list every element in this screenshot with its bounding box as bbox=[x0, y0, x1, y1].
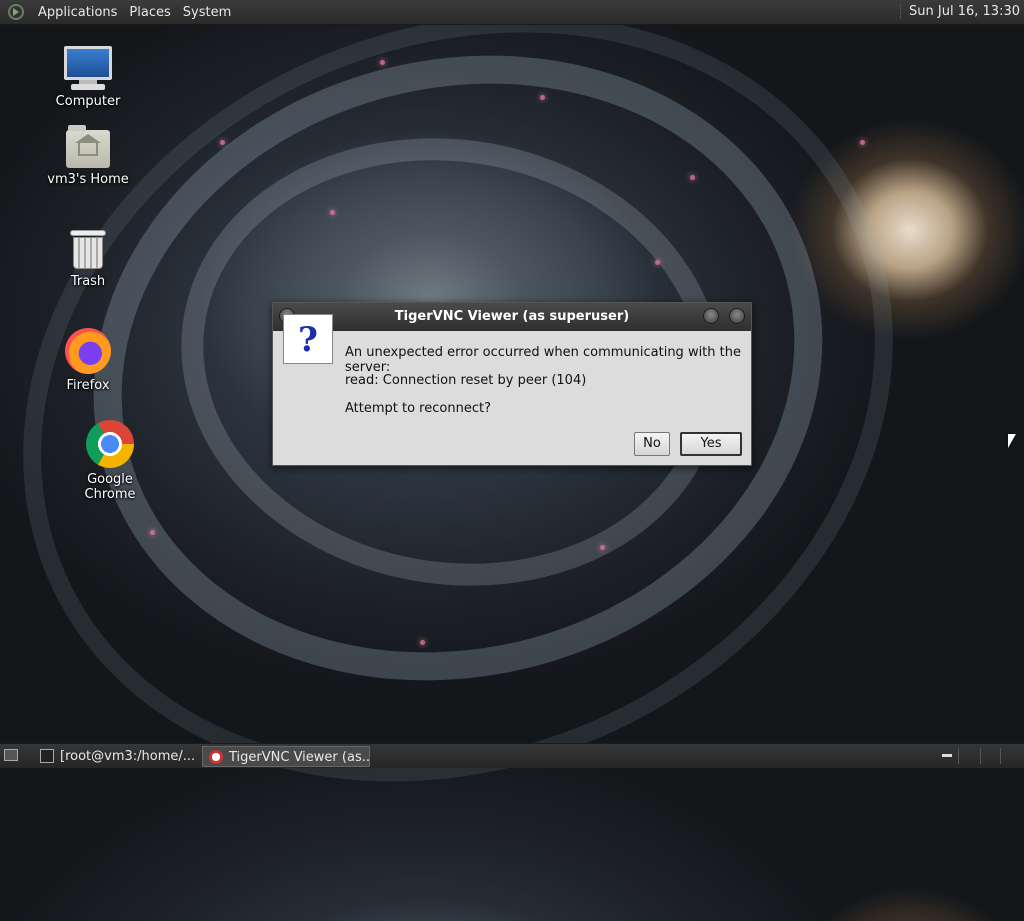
desktop-icon-firefox[interactable]: Firefox bbox=[38, 328, 138, 393]
workspace-switcher-1[interactable] bbox=[938, 748, 959, 764]
desktop-icon-label: Google Chrome bbox=[84, 472, 136, 502]
no-button[interactable]: No bbox=[634, 432, 670, 456]
gnome-foot-icon[interactable] bbox=[8, 4, 24, 20]
star-cluster bbox=[380, 60, 385, 65]
dialog-message-line1: An unexpected error occurred when commun… bbox=[345, 345, 741, 375]
dialog-message-line2: read: Connection reset by peer (104) bbox=[345, 373, 587, 388]
show-desktop-icon[interactable] bbox=[4, 749, 18, 761]
workspace-switcher-2[interactable] bbox=[962, 748, 981, 764]
desktop-icon-label: Firefox bbox=[66, 378, 110, 393]
menu-system[interactable]: System bbox=[177, 5, 237, 20]
star-cluster bbox=[540, 95, 545, 100]
star-cluster bbox=[330, 210, 335, 215]
question-icon: ? bbox=[283, 314, 333, 364]
taskbar-item-terminal[interactable]: [root@vm3:/home/... bbox=[34, 746, 198, 767]
home-folder-icon bbox=[66, 125, 110, 168]
firefox-icon bbox=[65, 328, 111, 374]
minimize-button[interactable] bbox=[703, 308, 719, 324]
trash-icon bbox=[70, 230, 106, 270]
taskbar-item-tigervnc[interactable]: TigerVNC Viewer (as... bbox=[202, 746, 370, 767]
mouse-pointer-icon bbox=[1008, 434, 1016, 448]
chrome-icon bbox=[86, 420, 134, 468]
workspace-switcher-4[interactable] bbox=[1002, 748, 1020, 764]
top-panel: Applications Places System Sun Jul 16, 1… bbox=[0, 0, 1024, 25]
desktop-icon-computer[interactable]: Computer bbox=[38, 46, 138, 109]
desktop-icon-label: Computer bbox=[55, 94, 121, 109]
dialog-message-line3: Attempt to reconnect? bbox=[345, 401, 491, 416]
desktop-icon-trash[interactable]: Trash bbox=[38, 230, 138, 289]
star-cluster bbox=[600, 545, 605, 550]
terminal-icon bbox=[40, 749, 54, 763]
taskbar-item-label: [root@vm3:/home/... bbox=[60, 749, 196, 764]
taskbar-item-label: TigerVNC Viewer (as... bbox=[229, 750, 370, 765]
star-cluster bbox=[220, 140, 225, 145]
computer-icon bbox=[64, 46, 112, 90]
desktop-icon-label: Trash bbox=[70, 274, 106, 289]
star-cluster bbox=[690, 175, 695, 180]
menu-places[interactable]: Places bbox=[123, 5, 176, 20]
error-dialog: TigerVNC Viewer (as superuser) ? An unex… bbox=[272, 302, 752, 466]
workspace-switcher-3[interactable] bbox=[982, 748, 1001, 764]
desktop-icon-home[interactable]: vm3's Home bbox=[38, 125, 138, 187]
desktop-icon-label: vm3's Home bbox=[47, 172, 129, 187]
desktop-icon-chrome[interactable]: Google Chrome bbox=[60, 420, 160, 502]
star-cluster bbox=[150, 530, 155, 535]
dialog-titlebar[interactable]: TigerVNC Viewer (as superuser) bbox=[273, 303, 751, 331]
dialog-title: TigerVNC Viewer (as superuser) bbox=[394, 309, 630, 324]
clock[interactable]: Sun Jul 16, 13:30 bbox=[900, 4, 1020, 19]
tigervnc-icon bbox=[209, 750, 223, 764]
bottom-panel: [root@vm3:/home/... TigerVNC Viewer (as.… bbox=[0, 743, 1024, 768]
star-cluster bbox=[655, 260, 660, 265]
menu-applications[interactable]: Applications bbox=[32, 5, 123, 20]
yes-button[interactable]: Yes bbox=[680, 432, 742, 456]
star-cluster bbox=[420, 640, 425, 645]
close-button[interactable] bbox=[729, 308, 745, 324]
star-cluster bbox=[860, 140, 865, 145]
